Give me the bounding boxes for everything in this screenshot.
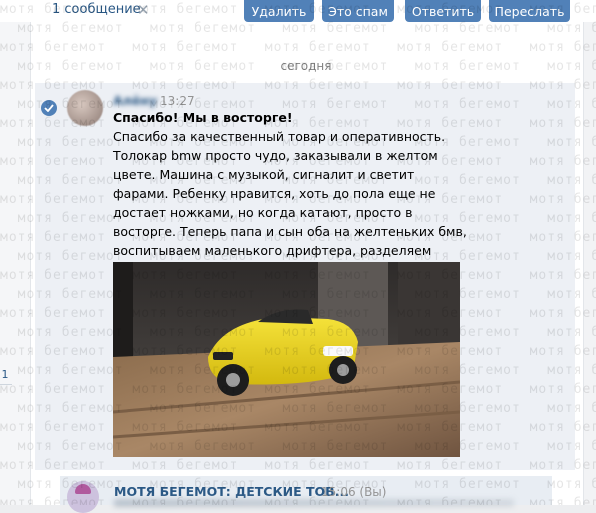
rail-counter[interactable]: 1 — [0, 368, 10, 381]
message-time[interactable]: 13:27 — [160, 94, 195, 108]
shop-avatar[interactable] — [67, 481, 99, 513]
message-author[interactable]: Алёну — [113, 93, 157, 108]
message-body: Спасибо за качественный товар и оператив… — [113, 129, 467, 277]
reply-button[interactable]: Ответить — [405, 0, 481, 22]
message-title: Спасибо! Мы в восторге! — [113, 110, 293, 125]
next-message-author[interactable]: МОТЯ БЕГЕМОТ: ДЕТСКИЕ ТОВ... — [114, 484, 349, 499]
spam-button[interactable]: Это спам — [322, 0, 394, 22]
yellow-bmw-ride-on-car-photo — [113, 262, 460, 457]
rail-divider — [0, 384, 12, 385]
next-message-preview — [114, 499, 514, 507]
forward-button[interactable]: Переслать — [489, 0, 570, 22]
scrollbar[interactable] — [584, 22, 596, 505]
hat-icon — [75, 484, 91, 494]
next-message-time[interactable]: 15:06 (Вы) — [321, 485, 386, 499]
date-separator: сегодня — [280, 59, 332, 73]
selection-toolbar: 1 сообщение ✕ Удалить Это спам Ответить … — [0, 0, 596, 23]
selected-count: 1 сообщение — [52, 2, 141, 17]
left-rail — [0, 22, 30, 505]
avatar[interactable] — [67, 90, 103, 126]
attached-photo[interactable] — [113, 262, 460, 457]
delete-button[interactable]: Удалить — [244, 0, 314, 22]
selected-check-icon[interactable] — [41, 100, 57, 116]
clear-selection-icon[interactable]: ✕ — [137, 1, 150, 19]
